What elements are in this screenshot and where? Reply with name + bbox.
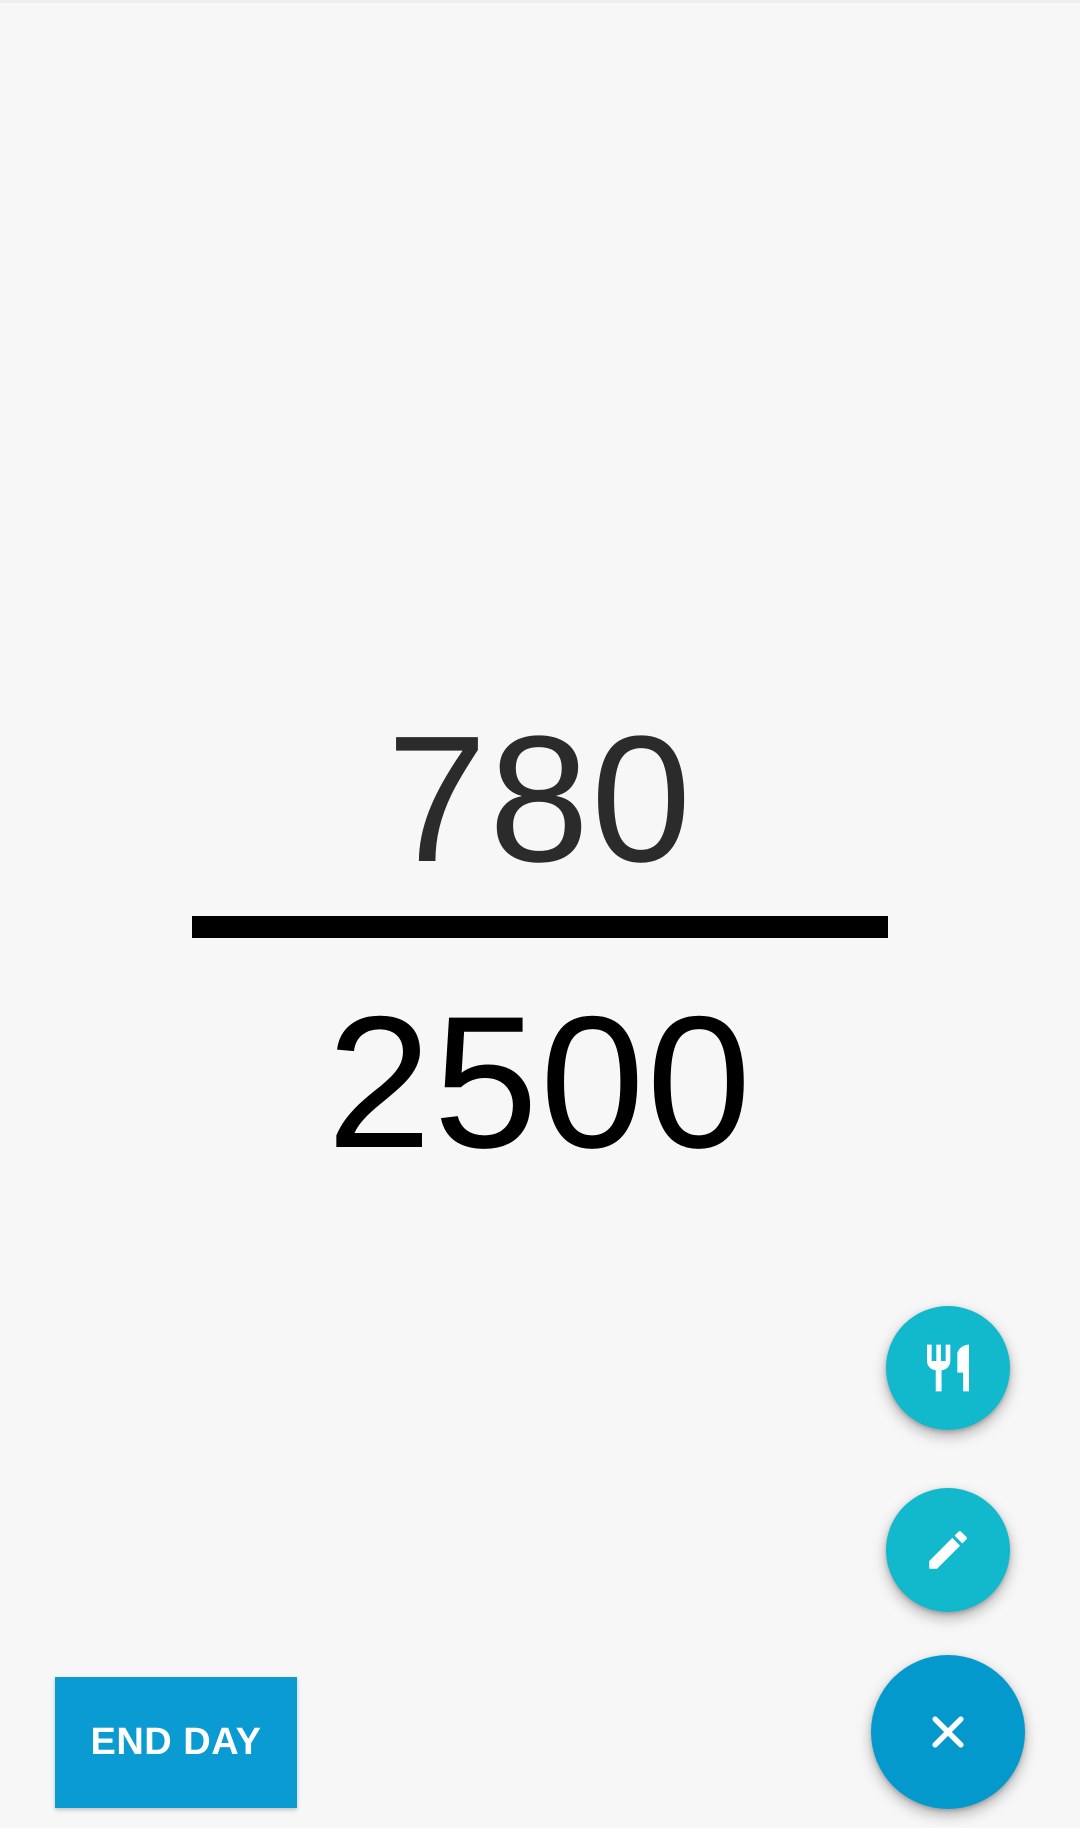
fraction-divider — [192, 916, 888, 938]
add-meal-fab[interactable] — [886, 1306, 1010, 1430]
edit-entry-fab[interactable] — [886, 1488, 1010, 1612]
status-bar-edge — [0, 0, 1080, 3]
calories-consumed: 780 — [386, 699, 694, 900]
calorie-goal: 2500 — [326, 977, 754, 1187]
restaurant-icon — [920, 1340, 976, 1396]
close-menu-fab[interactable] — [871, 1655, 1025, 1809]
end-day-button[interactable]: END DAY — [55, 1677, 297, 1808]
close-icon — [926, 1710, 970, 1754]
pencil-icon — [923, 1525, 973, 1575]
